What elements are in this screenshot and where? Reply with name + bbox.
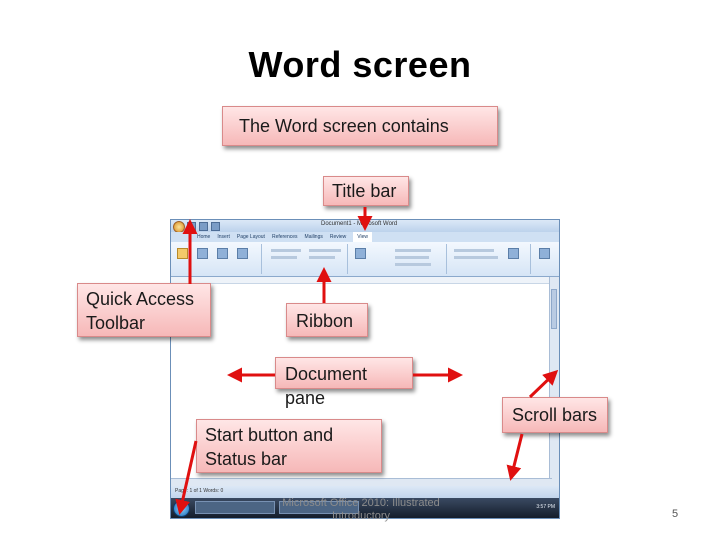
footer-line2: Introductory [331,510,391,522]
arrow-to-horizontal-scrollbar [506,433,524,481]
footer-line1: Microsoft Office 2010: Illustrated [282,497,440,509]
arrow-to-vertical-scrollbar [528,369,559,399]
page-number: 5 [672,508,679,520]
slide-footer: Microsoft Office 2010: Illustrated Intro… [276,497,446,523]
pointer-arrows [175,207,559,515]
arrow-to-start-button [175,440,198,515]
